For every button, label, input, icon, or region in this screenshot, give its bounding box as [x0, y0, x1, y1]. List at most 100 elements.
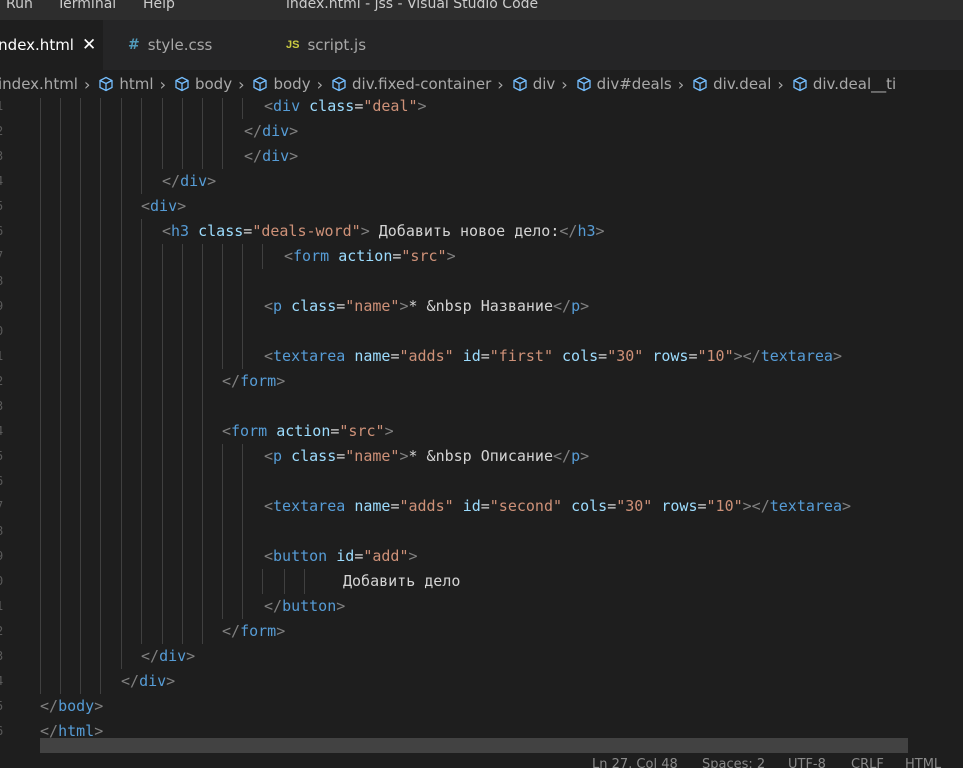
indent-guide [141, 144, 142, 169]
code-line[interactable]: </body> [40, 694, 103, 719]
code-token: class [198, 222, 244, 240]
breadcrumb-item[interactable]: div.deal__ti [790, 75, 896, 93]
element-cube-icon [690, 76, 713, 92]
line-number: 8 [0, 269, 6, 294]
code-line[interactable]: </div> [141, 644, 195, 669]
indent-guide [121, 144, 122, 169]
indent-guide [202, 544, 203, 569]
indent-guide [80, 619, 81, 644]
status-cursor-position[interactable]: Ln 27, Col 48 [592, 757, 678, 768]
indent-guide [202, 419, 203, 444]
code-line[interactable]: </form> [222, 369, 285, 394]
code-line[interactable]: </div> [244, 119, 298, 144]
line-number: 5 [0, 194, 6, 219]
status-language-mode[interactable]: HTML [905, 757, 941, 768]
line-number: 2 [0, 119, 6, 144]
breadcrumb-item[interactable]: div.fixed-container [329, 75, 491, 93]
horizontal-scrollbar[interactable] [40, 738, 908, 753]
code-token: < [141, 197, 151, 215]
menu-terminal[interactable]: Terminal [57, 0, 116, 12]
indent-guide [80, 98, 81, 119]
indent-guide [60, 569, 61, 594]
breadcrumb-item[interactable]: body [250, 75, 311, 93]
indent-guide [182, 144, 183, 169]
indent-guide [141, 519, 142, 544]
code-line[interactable]: </form> [222, 619, 285, 644]
indent-guide [121, 494, 122, 519]
code-line[interactable]: </div> [162, 169, 216, 194]
code-line[interactable]: <textarea name="adds" id="second" cols="… [264, 494, 851, 519]
indent-guide [100, 419, 101, 444]
code-line[interactable]: <div> [141, 194, 186, 219]
menu-run[interactable]: Run [6, 0, 33, 12]
code-token: = [336, 297, 346, 315]
close-icon[interactable]: ✕ [82, 35, 96, 55]
indent-guide [202, 519, 203, 544]
indent-guide [202, 369, 203, 394]
tab-label: style.css [147, 36, 213, 54]
code-line[interactable]: </html> [40, 719, 103, 738]
indent-guide [80, 544, 81, 569]
line-number: 2 [0, 369, 6, 394]
indent-guide [141, 494, 142, 519]
code-line[interactable]: </div> [121, 669, 175, 694]
code-line[interactable]: <h3 class="deals-word"> Добавить новое д… [162, 219, 605, 244]
code-token: < [264, 347, 274, 365]
breadcrumb-item[interactable]: body [172, 75, 232, 93]
status-encoding[interactable]: UTF-8 [788, 757, 826, 768]
code-token: div [262, 147, 290, 165]
menu-help[interactable]: Help [143, 0, 175, 12]
tab-style-css[interactable]: # style.css [128, 20, 212, 70]
status-indentation[interactable]: Spaces: 2 [702, 757, 765, 768]
breadcrumb-item[interactable]: html [96, 75, 154, 93]
indent-guide [121, 98, 122, 119]
tab-index-html[interactable]: index.html ✕ [0, 20, 103, 70]
element-cube-icon [172, 76, 195, 92]
indent-guide [80, 144, 81, 169]
code-line[interactable]: <textarea name="adds" id="first" cols="3… [264, 344, 842, 369]
code-token: "add" [363, 547, 409, 565]
indent-guide [60, 369, 61, 394]
indent-guide [60, 319, 61, 344]
code-token: </ [553, 447, 572, 465]
indent-guide [182, 619, 183, 644]
status-line-ending[interactable]: CRLF [851, 757, 884, 768]
code-line[interactable]: <p class="name">* &nbsp Название</p> [264, 294, 589, 319]
tab-script-js[interactable]: JS script.js [286, 20, 366, 70]
code-line[interactable]: </div> [244, 144, 298, 169]
code-line[interactable]: <p class="name">* &nbsp Описание</p> [264, 444, 589, 469]
code-editor[interactable]: 1<div class="deal">2</div>3</div>4</div>… [0, 98, 963, 738]
breadcrumb-item[interactable]: div.deal [690, 75, 771, 93]
code-line[interactable]: Добавить дело [343, 569, 460, 594]
code-line[interactable]: <div class="deal"> [264, 98, 427, 119]
indent-guide [60, 519, 61, 544]
code-line[interactable]: <form action="src"> [222, 419, 394, 444]
breadcrumb-item[interactable]: div [510, 75, 555, 93]
code-token: textarea [760, 347, 833, 365]
indent-guide [40, 319, 41, 344]
breadcrumb-item[interactable]: div#deals [574, 75, 672, 93]
indent-guide [162, 119, 163, 144]
breadcrumb-item[interactable]: index.html [0, 75, 78, 93]
indent-guide [162, 244, 163, 269]
indent-guide [100, 119, 101, 144]
indent-guide [40, 494, 41, 519]
indent-guide [60, 544, 61, 569]
indent-guide [242, 294, 243, 319]
indent-guide [80, 669, 81, 694]
code-token: > [177, 197, 187, 215]
code-line[interactable]: <form action="src"> [284, 244, 456, 269]
line-number: 9 [0, 544, 6, 569]
code-line[interactable]: <button id="add"> [264, 544, 418, 569]
indent-guide [242, 444, 243, 469]
indent-guide [222, 519, 223, 544]
indent-guide [121, 169, 122, 194]
code-token: > [580, 297, 590, 315]
indent-guide [100, 344, 101, 369]
indent-guide [202, 344, 203, 369]
code-token: Добавить новое дело: [369, 222, 560, 240]
code-line[interactable]: </button> [264, 594, 345, 619]
